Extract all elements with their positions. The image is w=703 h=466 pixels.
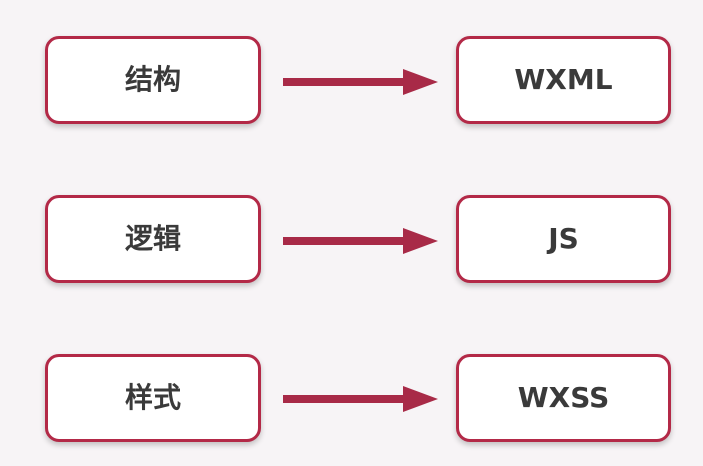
box-wxml: WXML xyxy=(456,36,671,124)
box-logic-label: 逻辑 xyxy=(124,222,181,255)
box-style: 样式 xyxy=(45,354,261,442)
arrow-right-icon xyxy=(283,228,438,254)
arrow-right-icon xyxy=(283,386,438,412)
box-js: JS xyxy=(456,195,671,283)
box-wxss-label: WXSS xyxy=(517,381,610,414)
box-logic: 逻辑 xyxy=(45,195,261,283)
box-style-label: 样式 xyxy=(124,381,181,414)
box-wxss: WXSS xyxy=(456,354,671,442)
box-js-label: JS xyxy=(548,222,579,255)
box-structure: 结构 xyxy=(45,36,261,124)
arrow-right-icon xyxy=(283,69,438,95)
box-structure-label: 结构 xyxy=(124,63,181,96)
box-wxml-label: WXML xyxy=(514,63,613,96)
diagram-canvas: 结构 WXML 逻辑 JS 样式 WXSS xyxy=(0,0,703,466)
